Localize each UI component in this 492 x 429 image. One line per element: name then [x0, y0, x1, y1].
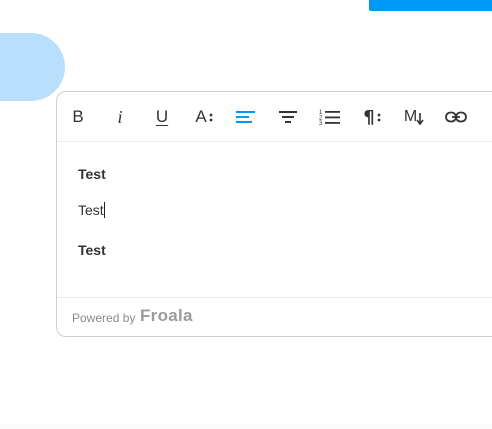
rich-text-editor: B i U A 1 2 3 ¶ M Test Test Test Powered…	[56, 91, 492, 337]
pilcrow-icon: ¶	[363, 106, 375, 128]
decorative-blob	[0, 33, 65, 101]
italic-button[interactable]: i	[108, 105, 132, 129]
paragraph-2-text: Test	[78, 202, 104, 218]
text-caret	[103, 202, 105, 218]
align-center-button[interactable]	[276, 105, 300, 129]
font-size-icon: A	[195, 107, 207, 126]
paragraph-format-button[interactable]: ¶	[360, 105, 384, 129]
froala-logo[interactable]: Froala	[140, 306, 193, 326]
underline-icon: U	[155, 107, 169, 126]
ordered-list-button[interactable]: 1 2 3	[318, 105, 342, 129]
more-info-button[interactable]	[481, 105, 492, 129]
top-action-button[interactable]	[369, 0, 492, 11]
ordered-list-icon: 1 2 3	[319, 110, 340, 126]
markdown-icon: M	[403, 108, 418, 125]
markdown-button[interactable]: M	[402, 105, 426, 129]
bottom-divider	[0, 424, 492, 429]
editor-footer: Powered by Froala	[57, 297, 492, 336]
bold-button[interactable]: B	[66, 105, 90, 129]
insert-link-button[interactable]	[444, 105, 468, 129]
italic-icon: i	[117, 106, 123, 127]
underline-button[interactable]: U	[150, 105, 174, 129]
info-icon	[487, 107, 492, 127]
paragraph-1-text: Test	[78, 166, 106, 182]
paragraph-3[interactable]: Test	[78, 242, 106, 258]
font-size-button[interactable]: A	[192, 105, 216, 129]
paragraph-2[interactable]: Test	[78, 202, 105, 218]
page: B i U A 1 2 3 ¶ M Test Test Test Powered…	[0, 0, 492, 429]
paragraph-1[interactable]: Test	[78, 166, 106, 182]
align-left-icon	[236, 111, 255, 123]
align-center-icon	[279, 111, 297, 123]
align-left-button[interactable]	[234, 105, 258, 129]
paragraph-dots-icon	[377, 113, 381, 122]
font-size-dots-icon	[209, 113, 213, 122]
powered-by-label: Powered by	[72, 311, 136, 325]
editor-toolbar: B i U A 1 2 3 ¶ M	[57, 92, 492, 142]
bold-icon: B	[72, 107, 84, 126]
link-icon	[445, 111, 467, 123]
svg-text:3: 3	[319, 121, 323, 126]
paragraph-3-text: Test	[78, 242, 106, 258]
markdown-arrow-icon	[416, 113, 424, 126]
